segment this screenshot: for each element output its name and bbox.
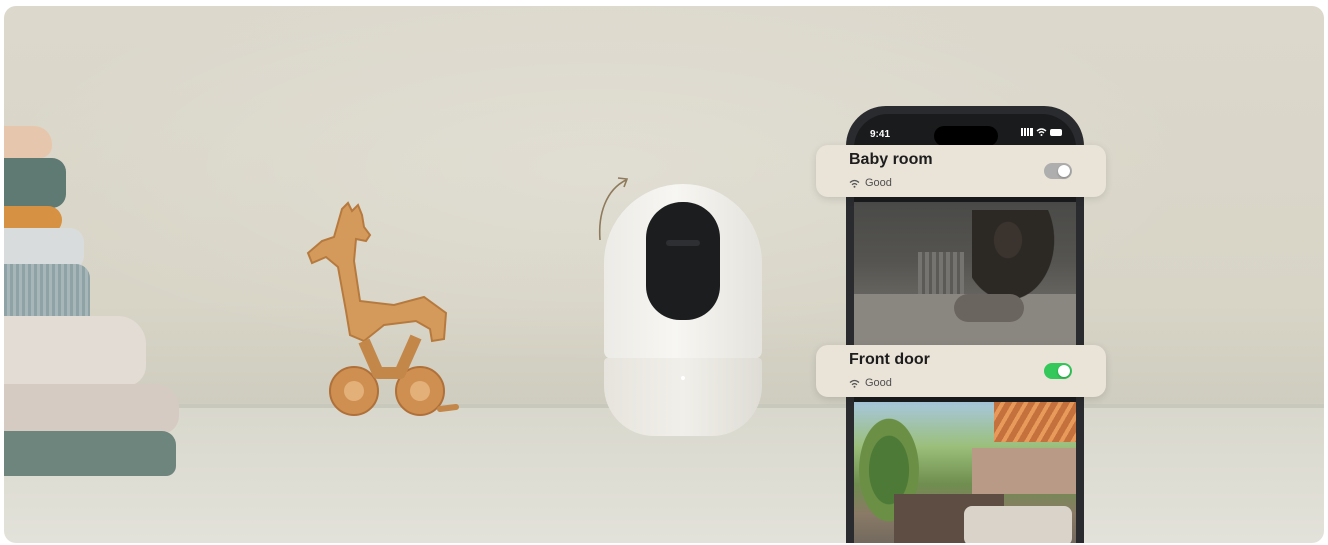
- camera-feed-baby-room[interactable]: [854, 202, 1076, 350]
- camera-lens-panel: [646, 202, 720, 320]
- baby-figure: [954, 294, 1024, 322]
- connection-status-label: Good: [865, 177, 892, 189]
- camera-lens: [666, 240, 700, 246]
- camera-toggle-front-door[interactable]: [1044, 363, 1072, 379]
- connection-status: Good: [849, 177, 892, 189]
- towel: [4, 384, 179, 434]
- camera-led: [681, 376, 685, 380]
- towel: [4, 431, 176, 476]
- dynamic-island: [934, 126, 998, 146]
- status-time: 9:41: [870, 129, 891, 140]
- toggle-knob: [1058, 365, 1070, 377]
- wifi-icon: [849, 179, 860, 188]
- camera-card-baby-room[interactable]: Baby room Good: [816, 145, 1106, 197]
- camera-base: [604, 358, 762, 436]
- hero-banner: 9:41 Baby room Good Front door Good: [4, 6, 1324, 543]
- wooden-giraffe-toy: [306, 201, 459, 416]
- camera-feed-front-door[interactable]: [854, 402, 1076, 543]
- brick-wall: [972, 448, 1076, 494]
- towel: [4, 316, 146, 386]
- signal-icon: [1021, 128, 1033, 136]
- towel: [4, 126, 52, 158]
- security-camera: [604, 184, 762, 436]
- camera-head: [604, 184, 762, 359]
- outdoor-sofa: [964, 506, 1072, 543]
- radiator: [918, 252, 964, 294]
- camera-name: Baby room: [849, 151, 933, 168]
- status-icons: [1021, 128, 1062, 136]
- connection-status-label: Good: [865, 377, 892, 389]
- toggle-knob: [1058, 165, 1070, 177]
- wifi-icon: [849, 379, 860, 388]
- camera-toggle-baby-room[interactable]: [1044, 163, 1072, 179]
- connection-status: Good: [849, 377, 892, 389]
- wifi-icon: [1036, 128, 1047, 136]
- camera-card-front-door[interactable]: Front door Good: [816, 345, 1106, 397]
- pergola: [994, 402, 1076, 442]
- towel: [4, 158, 66, 208]
- camera-name: Front door: [849, 351, 930, 368]
- battery-icon: [1050, 128, 1062, 136]
